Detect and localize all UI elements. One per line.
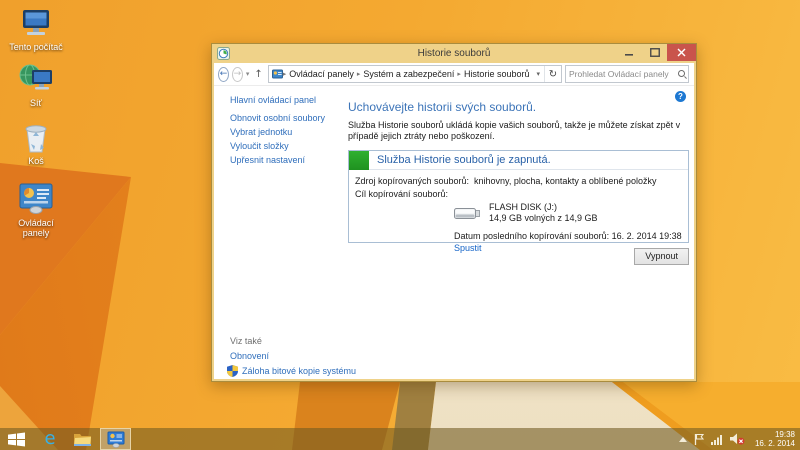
recovery-link[interactable]: Obnovení xyxy=(230,351,269,361)
refresh-button[interactable]: ↻ xyxy=(544,66,561,82)
close-button[interactable] xyxy=(667,44,696,61)
network-icon xyxy=(7,62,65,96)
navigation-bar: ← → ▾ ↑ ▸ Ovládací panely ▸ Systém a zab… xyxy=(214,63,694,86)
drive-name: FLASH DISK (J:) xyxy=(489,202,598,213)
desktop-icon-label: Ovládací panely xyxy=(7,218,65,238)
sidebar-item-exclude-folders[interactable]: Vyloučit složky xyxy=(230,142,342,151)
address-location-icon xyxy=(272,69,283,80)
flash-drive-icon xyxy=(454,205,481,222)
back-button[interactable]: ← xyxy=(218,67,229,82)
internet-explorer-icon: e xyxy=(44,430,55,448)
uac-shield-icon xyxy=(227,365,238,377)
copy-target-label: Cíl kopírování souborů: xyxy=(355,189,474,199)
see-also-heading: Viz také xyxy=(230,336,262,346)
main-panel: Uchovávejte historii svých souborů. Služ… xyxy=(348,87,689,265)
taskbar: e xyxy=(0,428,800,450)
control-panel-icon xyxy=(7,182,65,216)
drive-free-space: 14,9 GB volných z 14,9 GB xyxy=(489,213,598,224)
up-button[interactable]: ↑ xyxy=(254,69,262,80)
status-box: Služba Historie souborů je zapnutá. Zdro… xyxy=(348,150,689,243)
action-center-flag-icon[interactable] xyxy=(694,433,704,445)
breadcrumb-control-panel[interactable]: Ovládací panely xyxy=(286,69,357,79)
maximize-button[interactable] xyxy=(642,44,667,61)
search-input[interactable] xyxy=(566,69,676,79)
copy-source-value: knihovny, plocha, kontakty a oblíbené po… xyxy=(474,176,656,186)
forward-button[interactable]: → xyxy=(232,67,243,82)
taskbar-control-panel-active[interactable] xyxy=(100,428,131,450)
file-history-window: Historie souborů ← → xyxy=(211,43,697,382)
search-box xyxy=(565,65,689,83)
sidebar: Hlavní ovládací panel Obnovit osobní sou… xyxy=(230,95,342,170)
run-now-link[interactable]: Spustit xyxy=(454,243,482,253)
target-drive: FLASH DISK (J:) 14,9 GB volných z 14,9 G… xyxy=(454,202,682,224)
close-icon xyxy=(677,48,686,57)
window-body: ← → ▾ ↑ ▸ Ovládací panely ▸ Systém a zab… xyxy=(214,63,694,379)
last-copy-date: Datum posledního kopírování souborů: 16.… xyxy=(454,231,682,241)
copy-source-label: Zdroj kopírovaných souborů: xyxy=(355,176,474,186)
sidebar-item-restore-files[interactable]: Obnovit osobní soubory xyxy=(230,114,342,123)
desktop-icon-label: Tento počítač xyxy=(7,42,65,52)
page-title: Uchovávejte historii svých souborů. xyxy=(348,100,689,114)
show-hidden-icons-icon[interactable] xyxy=(679,437,687,442)
system-image-backup-row[interactable]: Záloha bitové kopie systému xyxy=(227,365,356,377)
start-button[interactable] xyxy=(0,428,34,450)
desktop-icon-control-panel[interactable]: Ovládací panely xyxy=(7,182,65,238)
this-pc-icon xyxy=(7,6,65,40)
sidebar-item-advanced-settings[interactable]: Upřesnit nastavení xyxy=(230,156,342,165)
desktop-icon-label: Síť xyxy=(7,98,65,108)
status-header: Služba Historie souborů je zapnutá. xyxy=(349,151,688,170)
taskbar-clock[interactable]: 19:38 16. 2. 2014 xyxy=(752,430,795,448)
breadcrumb-file-history[interactable]: Historie souborů xyxy=(461,69,533,79)
minimize-button[interactable] xyxy=(617,44,642,61)
recycle-bin-icon xyxy=(7,120,65,154)
sidebar-item-control-panel-home[interactable]: Hlavní ovládací panel xyxy=(230,95,342,105)
search-icon[interactable] xyxy=(676,68,688,80)
recent-pages-caret-icon[interactable]: ▾ xyxy=(246,70,250,78)
volume-muted-icon[interactable] xyxy=(730,433,745,445)
breadcrumb-system-security[interactable]: Systém a zabezpečení xyxy=(360,69,457,79)
sidebar-item-select-drive[interactable]: Vybrat jednotku xyxy=(230,128,342,137)
desktop-icon-label: Koš xyxy=(7,156,65,166)
network-signal-icon[interactable] xyxy=(711,434,723,445)
system-image-backup-link[interactable]: Záloha bitové kopie systému xyxy=(242,366,356,376)
system-tray: 19:38 16. 2. 2014 xyxy=(679,430,800,448)
content-area: ? Hlavní ovládací panel Obnovit osobní s… xyxy=(214,87,694,379)
clock-time: 19:38 xyxy=(755,430,795,439)
address-dropdown-icon[interactable]: ▾ xyxy=(532,70,544,78)
desktop-icon-this-pc[interactable]: Tento počítač xyxy=(7,6,65,52)
status-title: Služba Historie souborů je zapnutá. xyxy=(377,154,551,166)
status-on-indicator xyxy=(349,151,369,170)
taskbar-file-explorer[interactable] xyxy=(66,428,98,450)
windows-logo-icon xyxy=(8,432,26,447)
taskbar-internet-explorer[interactable]: e xyxy=(34,428,66,450)
desktop-icon-network[interactable]: Síť xyxy=(7,62,65,108)
address-bar[interactable]: ▸ Ovládací panely ▸ Systém a zabezpečení… xyxy=(268,65,562,83)
page-description: Služba Historie souborů ukládá kopie vaš… xyxy=(348,120,689,142)
desktop: Tento počítač Síť xyxy=(0,0,800,450)
status-body: Zdroj kopírovaných souborů: knihovny, pl… xyxy=(349,170,688,253)
clock-date: 16. 2. 2014 xyxy=(755,439,795,448)
file-explorer-icon xyxy=(73,432,92,447)
desktop-icon-recycle-bin[interactable]: Koš xyxy=(7,120,65,166)
control-panel-taskbar-icon xyxy=(107,431,125,448)
titlebar[interactable]: Historie souborů xyxy=(212,44,696,63)
